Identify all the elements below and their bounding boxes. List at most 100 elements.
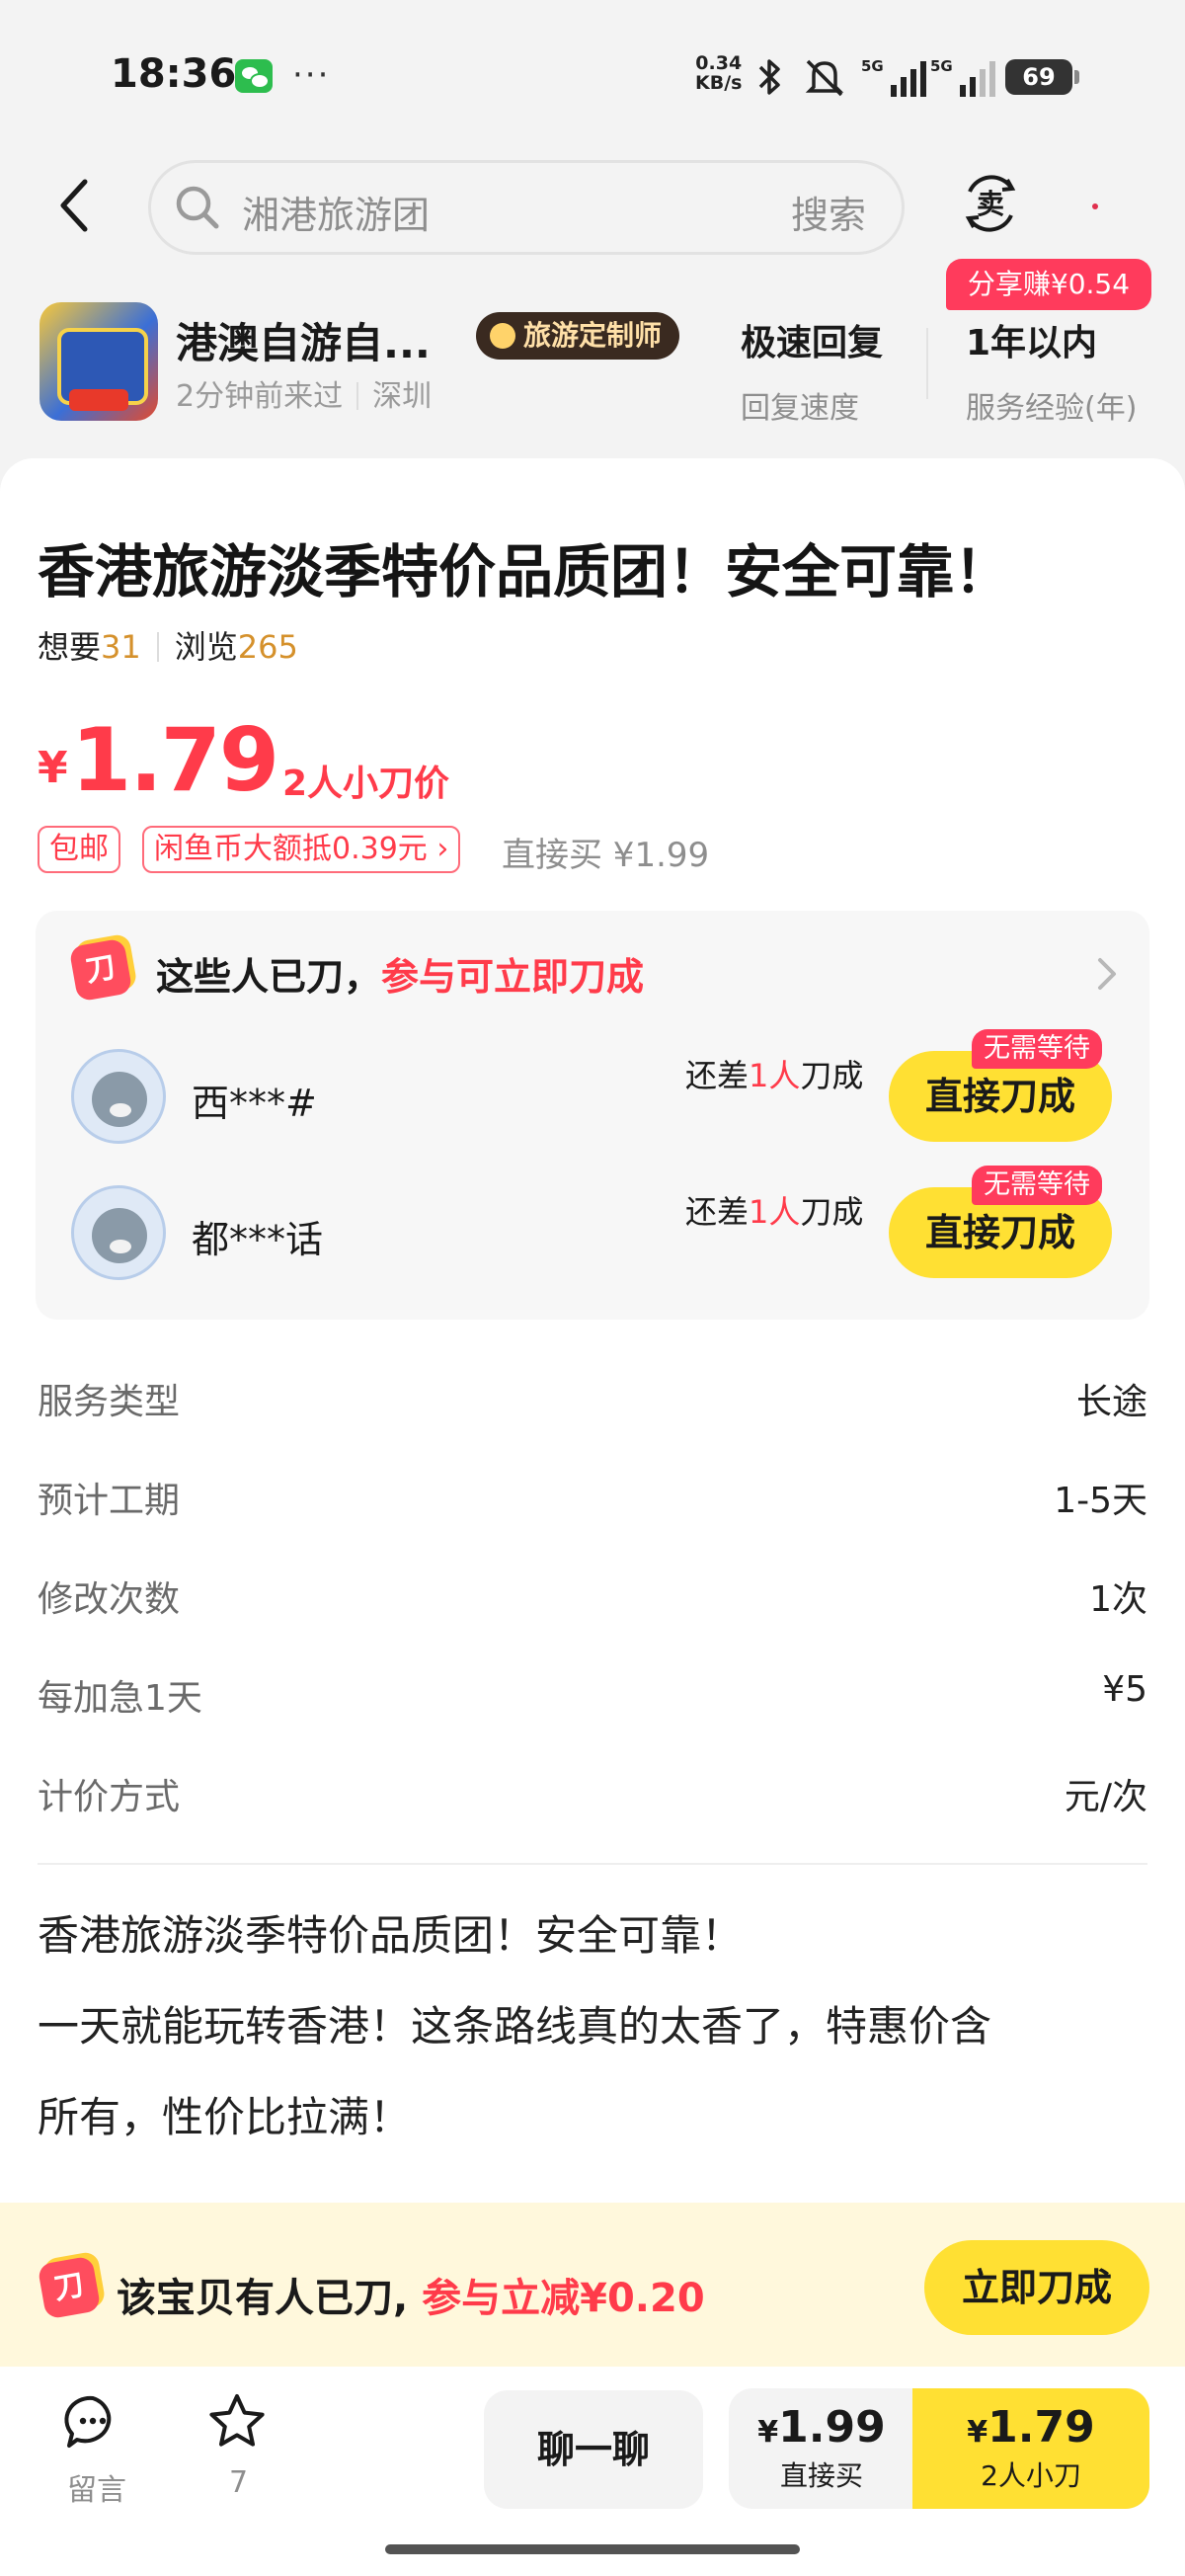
custom-badge-label: 旅游定制师 [523, 319, 663, 352]
no-wait-badge: 无需等待 [972, 1029, 1102, 1069]
section-divider [38, 1863, 1147, 1865]
instant-cut-button[interactable]: 立即刀成 [924, 2240, 1149, 2335]
attr-value-service-type: 长途 [1075, 1382, 1147, 1422]
reply-speed-value: 极速回复 [741, 323, 884, 363]
mute-icon [805, 59, 844, 97]
direct-buy-price-line: ¥1.99 [729, 2402, 914, 2453]
message-label[interactable]: 留言 [67, 2465, 126, 2509]
member-avatar [71, 1185, 166, 1280]
meta-divider [356, 382, 359, 410]
product-description: 香港旅游淡季特价品质团！安全可靠！ 一天就能玩转香港！这条路线真的太香了，特惠价… [38, 1891, 1153, 2163]
knife-icon: 刀 [37, 2255, 102, 2320]
bargain-head[interactable]: 这些人已刀，参与可立即刀成 [156, 946, 644, 1001]
back-icon[interactable] [51, 176, 99, 235]
seller-location: 深圳 [372, 379, 433, 414]
two-person-cut-button[interactable]: ¥1.79 2人小刀 [912, 2388, 1149, 2509]
chat-button[interactable]: 聊一聊 [484, 2390, 703, 2509]
direct-buy-amount: 1.99 [778, 2402, 886, 2453]
experience-stat: 1年以内 服务经验(年) [966, 314, 1137, 427]
promo-text-main: 该宝贝有人已刀, [117, 2276, 409, 2321]
battery-icon: 69 [1005, 59, 1079, 95]
custom-planner-badge: 旅游定制师 [476, 312, 680, 360]
status-time: 18:36 [111, 51, 237, 97]
attr-label-rush: 每加急1天 [38, 1678, 202, 1719]
xianyu-coin-chip[interactable]: 闲鱼币大额抵0.39元 › [142, 826, 461, 873]
cut-label: 2人小刀 [981, 2459, 1081, 2492]
wechat-icon [235, 59, 273, 93]
description-line: 香港旅游淡季特价品质团！安全可靠！ [38, 1911, 744, 1960]
promo-text: 该宝贝有人已刀, 参与立减¥0.20 [117, 2266, 705, 2323]
view-count: 265 [237, 628, 298, 666]
svg-text:5G: 5G [930, 57, 953, 75]
member-need-text: 还差1人刀成 [685, 1187, 863, 1233]
need-count: 1人 [749, 1193, 801, 1231]
direct-buy-price: 直接买 ¥1.99 [502, 836, 710, 875]
bluetooth-icon [758, 59, 780, 95]
need-suffix: 刀成 [800, 1057, 864, 1094]
attr-label-duration: 预计工期 [38, 1481, 181, 1521]
search-placeholder: 湘港旅游团 [242, 194, 431, 237]
message-icon[interactable] [63, 2392, 122, 2452]
count-divider [156, 632, 159, 662]
direct-buy-label: 直接买 [779, 2459, 863, 2492]
search-icon [176, 186, 219, 229]
bargain-head-highlight: 参与可立即刀成 [381, 955, 645, 999]
member-name: 西***# [192, 1082, 317, 1125]
home-indicator[interactable] [385, 2544, 800, 2554]
net-speed-unit: KB/s [695, 72, 743, 94]
search-button[interactable]: 搜索 [791, 185, 866, 239]
member-avatar [71, 1049, 166, 1144]
cut-symbol: ¥ [967, 2415, 988, 2450]
seller-name[interactable]: 港澳自游自... [176, 310, 431, 370]
seller-avatar[interactable] [40, 302, 158, 421]
attr-value-revisions: 1次 [1089, 1579, 1147, 1620]
description-line: 一天就能玩转香港！这条路线真的太香了，特惠价含 [38, 2002, 992, 2051]
price-symbol: ¥ [38, 743, 68, 793]
experience-label: 服务经验(年) [966, 391, 1138, 426]
view-label: 浏览 [174, 628, 238, 666]
svg-text:卖: 卖 [977, 188, 1004, 220]
notification-dot [1092, 203, 1098, 209]
last-seen: 2分钟前来过 [176, 379, 344, 414]
attr-label-service-type: 服务类型 [38, 1382, 181, 1422]
signal-icon-2: 5G [930, 57, 995, 97]
cut-price-line: ¥1.79 [912, 2402, 1149, 2453]
need-prefix: 还差 [685, 1193, 750, 1231]
member-name: 都***话 [192, 1218, 324, 1261]
attr-label-pricing: 计价方式 [38, 1777, 181, 1817]
attr-value-duration: 1-5天 [1054, 1481, 1147, 1521]
status-more-dots: ··· [292, 55, 331, 95]
share-earn-badge[interactable]: 分享赚¥0.54 [946, 259, 1151, 310]
description-line: 所有，性价比拉满！ [38, 2093, 412, 2141]
promo-highlight: 参与立减¥0.20 [422, 2276, 705, 2321]
knife-icon: 刀 [68, 937, 133, 1003]
planner-icon [490, 323, 515, 349]
need-suffix: 刀成 [800, 1193, 864, 1231]
product-counts: 想要31 浏览265 [38, 622, 298, 668]
price-value: 1.79 [71, 709, 279, 811]
favorite-count: 7 [229, 2465, 249, 2500]
direct-buy-button[interactable]: ¥1.99 直接买 [729, 2388, 914, 2509]
signal-icon: 5G [861, 57, 926, 97]
seller-meta: 2分钟前来过 深圳 [176, 371, 432, 415]
want-count: 31 [101, 628, 141, 666]
search-input[interactable]: 湘港旅游团 搜索 [148, 160, 905, 255]
reply-speed-label: 回复速度 [741, 391, 859, 426]
need-prefix: 还差 [685, 1057, 750, 1094]
attr-label-revisions: 修改次数 [38, 1579, 181, 1620]
experience-value: 1年以内 [966, 323, 1098, 363]
buy-buttons: ¥1.99 直接买 ¥1.79 2人小刀 [729, 2388, 1149, 2509]
product-title: 香港旅游淡季特价品质团！安全可靠！ [38, 538, 1012, 605]
net-speed: 0.34 KB/s [695, 53, 742, 93]
free-shipping-chip: 包邮 [38, 826, 120, 873]
need-count: 1人 [749, 1057, 801, 1094]
bargain-head-text: 这些人已刀， [156, 955, 382, 999]
chevron-right-icon[interactable] [1094, 954, 1120, 994]
sell-icon[interactable]: 卖 [960, 168, 1021, 239]
svg-text:5G: 5G [861, 57, 884, 75]
want-label: 想要 [38, 628, 102, 666]
attr-value-rush: ¥5 [1102, 1669, 1147, 1710]
star-icon[interactable] [205, 2390, 269, 2454]
direct-buy-symbol: ¥ [757, 2415, 779, 2450]
price-tag: 2人小刀价 [282, 764, 450, 804]
